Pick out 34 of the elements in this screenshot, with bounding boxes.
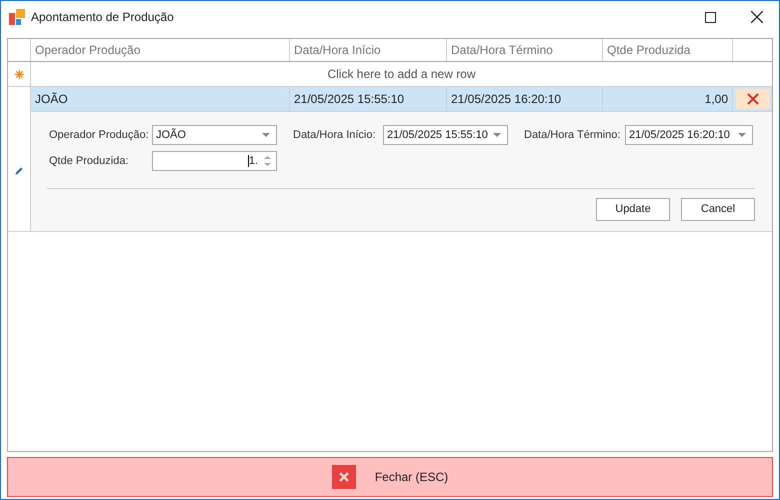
dropdown-arrow-icon[interactable]: [262, 133, 270, 137]
spin-arrows-icon[interactable]: [264, 155, 271, 167]
field-label: Qtde Produzida:: [49, 154, 130, 169]
column-header[interactable]: Operador Produção: [31, 39, 290, 61]
dropdown-field[interactable]: JOÃO: [152, 125, 277, 145]
maximize-icon[interactable]: [705, 12, 716, 22]
field-label: Operador Produção:: [49, 128, 150, 143]
pencil-icon: [15, 167, 23, 175]
form-button[interactable]: Update: [596, 198, 670, 221]
field-label: Data/Hora Início:: [293, 128, 377, 143]
field-value: 21/05/2025 15:55:10: [386, 128, 489, 143]
field-label: Data/Hora Término:: [524, 128, 622, 143]
close-icon: [332, 465, 356, 489]
column-header[interactable]: Qtde Produzida: [603, 39, 733, 61]
close-form-button[interactable]: Fechar (ESC): [7, 457, 773, 497]
column-header[interactable]: Data/Hora Término: [447, 39, 603, 61]
field-value: 21/05/2025 16:20:10: [628, 128, 731, 143]
dropdown-arrow-icon[interactable]: [738, 133, 746, 137]
delete-icon: [746, 93, 758, 105]
column-header[interactable]: Data/Hora Início: [290, 39, 447, 61]
new-row-star-icon: [14, 70, 24, 78]
grid-row[interactable]: JOÃO 21/05/2025 15:55:10 21/05/2025 16:20:10 1,00: [31, 87, 772, 111]
field-value: 1.: [246, 154, 259, 169]
delete-row-button[interactable]: [736, 89, 770, 109]
app-logo-icon: [9, 9, 25, 25]
close-icon[interactable]: [751, 11, 763, 23]
date-field[interactable]: 21/05/2025 16:20:10: [625, 125, 753, 145]
dropdown-arrow-icon[interactable]: [493, 133, 501, 137]
new-row-prompt[interactable]: Click here to add a new row: [31, 62, 772, 86]
field-value: JOÃO: [155, 127, 187, 143]
number-field[interactable]: 1.: [152, 151, 277, 171]
window-title: Apontamento de Produção: [31, 9, 174, 26]
date-field[interactable]: 21/05/2025 15:55:10: [383, 125, 508, 145]
form-button[interactable]: Cancel: [681, 198, 755, 221]
